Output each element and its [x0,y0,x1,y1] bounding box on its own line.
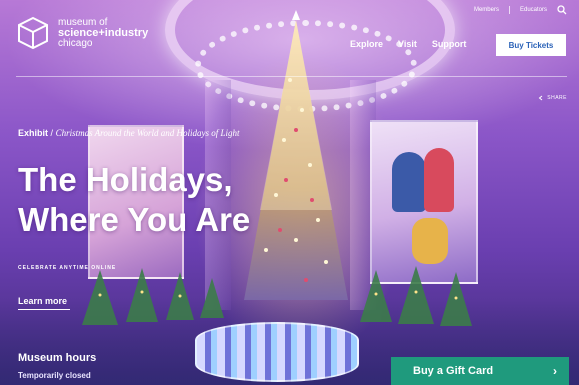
mural-right-image [370,120,478,284]
museum-hours-title: Museum hours [18,352,97,364]
breadcrumb-exhibit-title: Christmas Around the World and Holidays … [55,128,240,138]
learn-more-underline [18,309,70,310]
hero-page: museum of science+industry chicago Membe… [0,0,579,385]
logo-wordmark: museum of science+industry chicago [58,17,149,49]
main-nav: Explore Visit Support [350,39,466,49]
museum-logo[interactable]: museum of science+industry chicago [16,16,148,50]
buy-gift-card-button[interactable]: Buy a Gift Card › [391,357,569,385]
nav-item-explore[interactable]: Explore [350,39,383,49]
arrow-right-icon: › [553,364,557,378]
members-link[interactable]: Members [474,7,499,13]
share-button[interactable]: SHARE [538,95,567,101]
search-icon[interactable] [557,5,567,15]
learn-more-link[interactable]: Learn more [18,296,67,306]
page-title: The Holidays, Where You Are [18,160,348,240]
utility-nav: Members Educators [474,5,567,15]
breadcrumb: Exhibit / Christmas Around the World and… [18,128,240,138]
share-icon [538,95,543,101]
logo-line2: science+industry [58,26,149,39]
logo-line3: chicago [58,37,93,49]
logo-cube-icon [18,16,48,50]
breadcrumb-separator: / [50,128,54,138]
headline-line1: The Holidays, [18,161,233,198]
tree-platform [195,322,359,382]
museum-hours-status: Temporarily closed [18,371,91,380]
utility-divider [508,6,510,14]
nav-item-support[interactable]: Support [432,39,467,49]
buy-tickets-button[interactable]: Buy Tickets [496,34,566,56]
breadcrumb-category[interactable]: Exhibit [18,128,48,138]
hero-kicker: CELEBRATE ANYTIME ONLINE [18,265,117,271]
header-divider [16,76,567,77]
gift-card-label: Buy a Gift Card [413,365,494,377]
headline-line2: Where You Are [18,201,251,238]
educators-link[interactable]: Educators [520,7,547,13]
share-label: SHARE [547,95,567,101]
nav-item-visit[interactable]: Visit [398,39,417,49]
